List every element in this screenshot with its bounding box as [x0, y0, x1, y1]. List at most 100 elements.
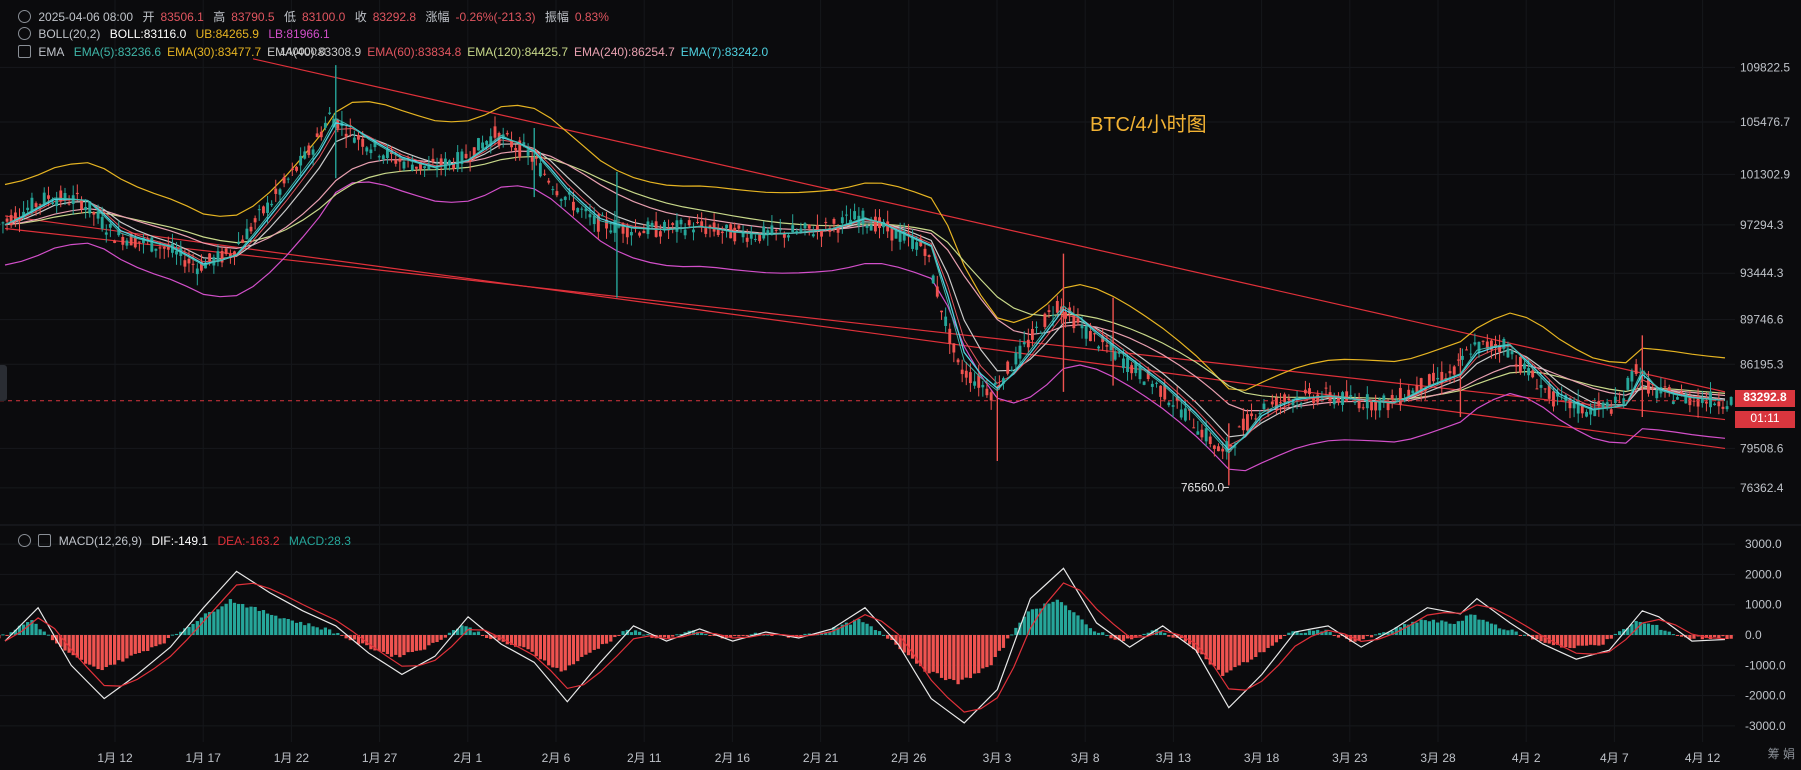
macd-tick-label: 1000.0	[1745, 598, 1782, 612]
macd-histogram-bar	[150, 635, 154, 648]
candle-body	[600, 215, 604, 217]
macd-histogram-bar	[1514, 631, 1518, 635]
macd-histogram-bar	[1378, 633, 1382, 635]
candle-body	[1721, 406, 1725, 409]
macd-bell-icon[interactable]	[38, 534, 52, 547]
macd-histogram-bar	[146, 635, 150, 651]
candle-body	[1597, 400, 1601, 406]
candle-body	[274, 188, 278, 194]
macd-histogram-bar	[108, 635, 113, 665]
macd-histogram-bar	[741, 635, 745, 636]
candle-body	[572, 201, 575, 211]
ema-item: EMA(60):83834.8	[367, 45, 462, 59]
macd-histogram-bar	[1646, 623, 1651, 635]
macd-histogram-bar	[675, 634, 679, 636]
collapse-icon[interactable]	[18, 10, 31, 23]
candle-body	[956, 359, 960, 363]
macd-histogram-bar	[1287, 632, 1291, 635]
boll-settings-icon[interactable]	[18, 27, 31, 40]
candle-body	[307, 145, 311, 156]
macd-histogram-bar	[431, 635, 435, 643]
candle-body	[1361, 407, 1365, 409]
candle-body	[696, 221, 700, 223]
time-tick-label: 3月 18	[1244, 751, 1280, 765]
macd-histogram-bar	[1423, 620, 1427, 635]
macd-histogram-bar	[1725, 635, 1729, 639]
time-tick-label: 3月 8	[1071, 751, 1100, 765]
macd-dea: DEA:-163.2	[217, 534, 280, 548]
macd-collapse-icon[interactable]	[18, 534, 31, 547]
candle-body	[1481, 340, 1485, 342]
candle-body	[299, 155, 303, 166]
corner-label[interactable]: 筹 娟	[1768, 745, 1795, 762]
macd-histogram-bar	[1436, 622, 1440, 635]
candle-body	[931, 275, 935, 284]
macd-histogram-bar	[133, 635, 137, 654]
macd-histogram-bar	[923, 635, 927, 672]
candle-body	[34, 203, 38, 207]
candle-body	[1613, 396, 1617, 404]
macd-histogram-bar	[236, 603, 241, 635]
macd-histogram-bar	[88, 635, 92, 665]
ema-5-line	[4, 117, 1726, 454]
macd-histogram-bar	[1080, 619, 1084, 635]
macd-histogram-bar	[1233, 635, 1237, 668]
candle-body	[162, 246, 166, 249]
macd-histogram-bar	[402, 635, 406, 656]
macd-histogram-bar	[600, 635, 605, 645]
price-tick-label: 76362.4	[1740, 481, 1784, 495]
time-tick-label: 2月 16	[715, 751, 751, 765]
bell-icon[interactable]	[18, 45, 31, 58]
macd-histogram-bar	[906, 635, 911, 656]
macd-histogram-bar	[336, 632, 340, 635]
macd-tick-label: -3000.0	[1745, 719, 1786, 733]
macd-histogram-bar	[977, 635, 981, 674]
macd-histogram-bar	[1063, 605, 1068, 635]
macd-histogram-bar	[447, 632, 452, 635]
macd-histogram-bar	[964, 635, 968, 678]
candle-body	[791, 225, 795, 233]
macd-histogram-bar	[468, 627, 472, 635]
macd-histogram-bar	[1444, 621, 1448, 635]
candle-body	[658, 231, 662, 237]
macd-histogram-bar	[939, 635, 944, 678]
candle-body	[1097, 346, 1101, 349]
macd-histogram-bar	[1266, 635, 1270, 648]
candle-body	[861, 210, 865, 225]
candle-body	[253, 218, 257, 223]
candle-body	[1245, 414, 1249, 431]
candle-body	[1043, 313, 1047, 327]
candle-body	[175, 250, 178, 255]
macd-histogram-bar	[852, 619, 857, 635]
macd-histogram-bar	[609, 635, 613, 642]
macd-histogram-bar	[1497, 628, 1502, 635]
macd-histogram-bar	[1415, 622, 1419, 635]
macd-histogram-bar	[1510, 629, 1514, 635]
chart-canvas[interactable]: 109822.5 105476.7 101302.9 97294.3 93444.3 89…	[0, 0, 1801, 770]
macd-histogram-bar	[1171, 635, 1175, 638]
macd-histogram-bar	[704, 634, 708, 636]
candle-body	[237, 242, 241, 244]
macd-histogram-bar	[1299, 633, 1303, 635]
macd-histogram-bar	[427, 635, 431, 646]
time-tick-label: 3月 3	[983, 751, 1012, 765]
ema-60-line	[4, 127, 1726, 447]
macd-histogram-bar	[480, 635, 485, 636]
candle-body	[725, 224, 728, 229]
macd-histogram-bar	[985, 635, 989, 668]
candle-body	[80, 199, 83, 210]
candle-body	[133, 237, 137, 248]
time-tick-label: 3月 28	[1420, 751, 1456, 765]
candle-body	[150, 237, 154, 252]
candle-body	[1167, 402, 1171, 406]
side-panel-handle[interactable]	[0, 365, 7, 401]
macd-histogram-bar	[567, 635, 571, 666]
macd-histogram-bar	[319, 629, 323, 635]
macd-histogram-bar	[294, 622, 299, 635]
macd-histogram-bar	[1328, 632, 1332, 635]
macd-histogram-bar	[931, 635, 935, 672]
candle-body	[1241, 418, 1245, 431]
candle-body	[1531, 370, 1535, 378]
ema-items: EMA(5):83236.6 EMA(30):83477.7 EMA(40):833…	[74, 45, 774, 59]
macd-histogram-bar	[1225, 635, 1229, 673]
